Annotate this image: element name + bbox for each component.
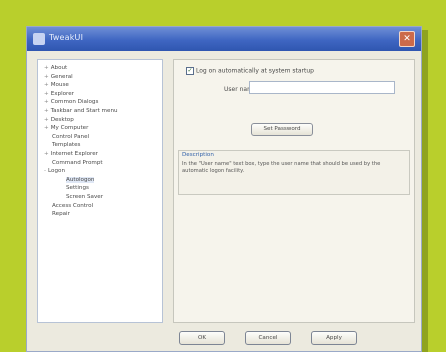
tree-expander-icon[interactable]: +: [44, 74, 49, 80]
autologon-option[interactable]: ✓ Log on automatically at system startup: [186, 67, 314, 75]
autologon-checkbox-label: Log on automatically at system startup: [196, 67, 314, 75]
tree-item-label: Repair: [52, 211, 70, 218]
tree-item[interactable]: + Common Dialogs: [44, 99, 98, 106]
tree-item[interactable]: + Mouse: [44, 82, 69, 89]
tree-item-label: Autologon: [66, 176, 95, 183]
tree-item[interactable]: Access Control: [52, 203, 93, 210]
tree-item[interactable]: Control Panel: [52, 134, 89, 141]
tree-item-label: About: [50, 65, 68, 71]
tree-item[interactable]: + General: [44, 74, 73, 81]
tree-item-label: Settings: [66, 185, 89, 192]
tree-item-label: Taskbar and Start menu: [50, 108, 118, 114]
tree-expander-icon[interactable]: +: [44, 151, 49, 157]
tree-item-label: Common Dialogs: [50, 99, 99, 106]
description-text: In the "User name" text box, type the us…: [182, 161, 381, 174]
tree-item[interactable]: Command Prompt: [52, 160, 103, 167]
tree-item[interactable]: Templates: [52, 142, 80, 149]
tree-item-label: Templates: [52, 142, 81, 149]
tree-expander-icon[interactable]: +: [44, 65, 49, 71]
tree-expander-icon[interactable]: +: [44, 91, 49, 97]
tree-item-label: Control Panel: [52, 133, 90, 140]
tree-expander-icon[interactable]: +: [44, 82, 49, 88]
title-bar[interactable]: TweakUI ✕: [27, 27, 421, 51]
tree-item-label: Screen Saver: [66, 194, 104, 200]
apply-button[interactable]: Apply: [311, 331, 357, 345]
tree-item[interactable]: Autologon: [66, 176, 95, 184]
close-button[interactable]: ✕: [399, 31, 415, 47]
user-name-input[interactable]: [249, 81, 395, 94]
tree-item-label: Command Prompt: [52, 159, 103, 166]
tree-expander-icon[interactable]: +: [44, 108, 49, 114]
tree-item-label: Desktop: [50, 116, 74, 123]
tree-item[interactable]: + Taskbar and Start menu: [44, 108, 118, 115]
tweakui-window: TweakUI ✕ + About + General + Mouse + Explorer +…: [26, 26, 422, 352]
tree-item[interactable]: - Logon: [44, 168, 65, 175]
tree-expander-icon[interactable]: +: [44, 99, 49, 105]
tree-item[interactable]: + Explorer: [44, 91, 74, 98]
tree-expander-icon[interactable]: +: [44, 125, 49, 131]
tree-item-label: Explorer: [50, 90, 74, 97]
tree-item-label: Access Control: [52, 202, 94, 209]
set-password-button[interactable]: Set Password: [251, 123, 313, 136]
tree-item-label: General: [50, 73, 73, 80]
tree-item[interactable]: + My Computer: [44, 125, 88, 132]
settings-panel: ✓ Log on automatically at system startup …: [173, 59, 415, 323]
tree-item-label: Logon: [48, 168, 65, 175]
tree-item[interactable]: + About: [44, 65, 67, 72]
tree-item[interactable]: Screen Saver: [66, 194, 103, 201]
autologon-checkbox[interactable]: ✓: [186, 67, 194, 75]
tree-expander-icon[interactable]: +: [44, 117, 49, 123]
window-title: TweakUI: [49, 33, 84, 42]
tree-item[interactable]: Repair: [52, 211, 70, 218]
ok-button[interactable]: OK: [179, 331, 225, 345]
tree-item[interactable]: + Desktop: [44, 117, 74, 124]
tree-item-label: Internet Explorer: [50, 151, 98, 157]
category-tree[interactable]: + About + General + Mouse + Explorer + Common Dia…: [37, 59, 163, 323]
description-title: Description: [182, 152, 214, 158]
tree-item[interactable]: Settings: [66, 185, 89, 192]
tree-item-label: Mouse: [50, 82, 69, 89]
description-box: Description In the "User name" text box,…: [178, 150, 410, 195]
tree-item-label: My Computer: [50, 125, 89, 132]
tree-expander-icon[interactable]: -: [44, 168, 46, 174]
cancel-button[interactable]: Cancel: [245, 331, 291, 345]
tree-item[interactable]: + Internet Explorer: [44, 151, 98, 158]
app-icon: [33, 33, 45, 45]
